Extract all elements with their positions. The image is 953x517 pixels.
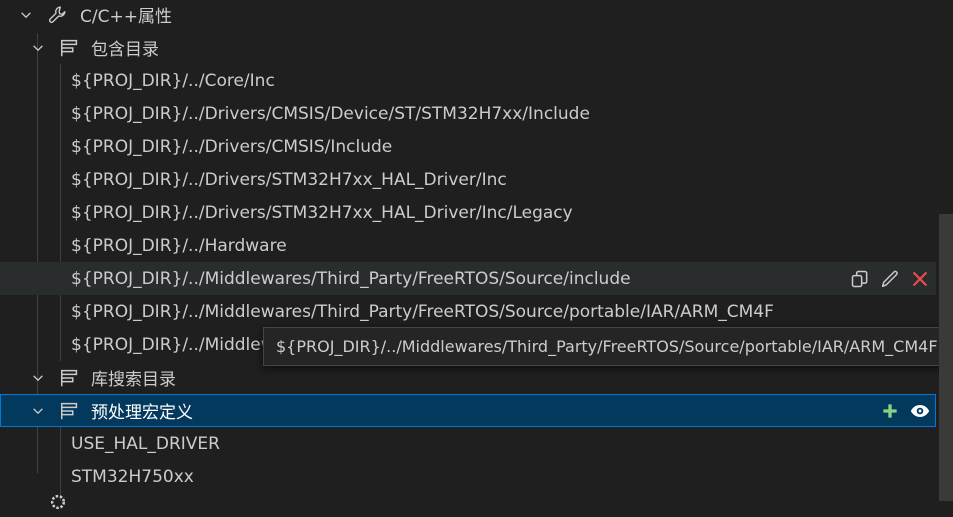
chevron-down-icon bbox=[29, 402, 47, 420]
section-label: 库搜索目录 bbox=[91, 370, 176, 390]
property-group-icon bbox=[58, 36, 82, 60]
gear-icon bbox=[48, 492, 68, 517]
eye-icon[interactable] bbox=[909, 400, 931, 422]
include-dir-path: ${PROJ_DIR}/../Middlewares/Third_Party/F… bbox=[71, 268, 631, 289]
macro-define-item[interactable]: STM32H750xx bbox=[0, 460, 953, 493]
add-icon[interactable] bbox=[879, 400, 901, 422]
row-actions bbox=[849, 268, 931, 290]
include-dir-path: ${PROJ_DIR}/../Drivers/STM32H7xx_HAL_Dri… bbox=[71, 169, 507, 190]
include-dir-path: ${PROJ_DIR}/../Drivers/CMSIS/Include bbox=[71, 136, 393, 157]
include-dir-path: ${PROJ_DIR}/../Hardware bbox=[71, 235, 287, 256]
chevron-down-icon bbox=[29, 39, 47, 57]
edit-icon[interactable] bbox=[879, 268, 901, 290]
copy-icon[interactable] bbox=[849, 268, 871, 290]
section-preprocessor-defines[interactable]: 预处理宏定义 bbox=[0, 394, 936, 427]
section-label: 预处理宏定义 bbox=[91, 403, 193, 423]
include-dir-path: ${PROJ_DIR}/../Drivers/STM32H7xx_HAL_Dri… bbox=[71, 202, 573, 223]
wrench-icon bbox=[46, 3, 70, 27]
include-dir-item[interactable]: ${PROJ_DIR}/../Core/Inc bbox=[0, 64, 953, 97]
tree-root-label: C/C++属性 bbox=[80, 7, 172, 27]
include-dir-path: ${PROJ_DIR}/../Drivers/CMSIS/Device/ST/S… bbox=[71, 103, 590, 124]
include-dir-item[interactable]: ${PROJ_DIR}/../Hardware bbox=[0, 229, 953, 262]
row-actions bbox=[879, 400, 931, 422]
macro-define-item[interactable]: USE_HAL_DRIVER bbox=[0, 427, 953, 460]
path-tooltip: ${PROJ_DIR}/../Middlewares/Third_Party/F… bbox=[263, 327, 951, 366]
include-dir-item[interactable]: ${PROJ_DIR}/../Drivers/STM32H7xx_HAL_Dri… bbox=[0, 163, 953, 196]
section-label: 包含目录 bbox=[91, 40, 159, 60]
include-dir-item[interactable]: ${PROJ_DIR}/../Drivers/CMSIS/Include bbox=[0, 130, 953, 163]
chevron-down-icon bbox=[17, 6, 35, 24]
chevron-down-icon bbox=[29, 369, 47, 387]
include-dir-path: ${PROJ_DIR}/../Middlewares/Third_Party/F… bbox=[71, 301, 774, 322]
vertical-scrollbar[interactable] bbox=[939, 214, 953, 501]
include-dir-item[interactable]: ${PROJ_DIR}/../Drivers/STM32H7xx_HAL_Dri… bbox=[0, 196, 953, 229]
include-dir-item-hovered[interactable]: ${PROJ_DIR}/../Middlewares/Third_Party/F… bbox=[0, 262, 936, 295]
section-include-dirs[interactable]: 包含目录 bbox=[0, 31, 953, 64]
macro-define-value: STM32H750xx bbox=[71, 466, 194, 487]
macro-define-value: USE_HAL_DRIVER bbox=[71, 433, 220, 454]
include-dir-path: ${PROJ_DIR}/../Core/Inc bbox=[71, 70, 275, 91]
include-dir-item[interactable]: ${PROJ_DIR}/../Middlewares/Third_Party/F… bbox=[0, 295, 953, 328]
delete-icon[interactable] bbox=[909, 268, 931, 290]
tree-root-cpp-properties[interactable]: C/C++属性 bbox=[0, 0, 953, 31]
property-group-icon bbox=[58, 399, 82, 423]
include-dir-item[interactable]: ${PROJ_DIR}/../Drivers/CMSIS/Device/ST/S… bbox=[0, 97, 953, 130]
property-group-icon bbox=[58, 366, 82, 390]
